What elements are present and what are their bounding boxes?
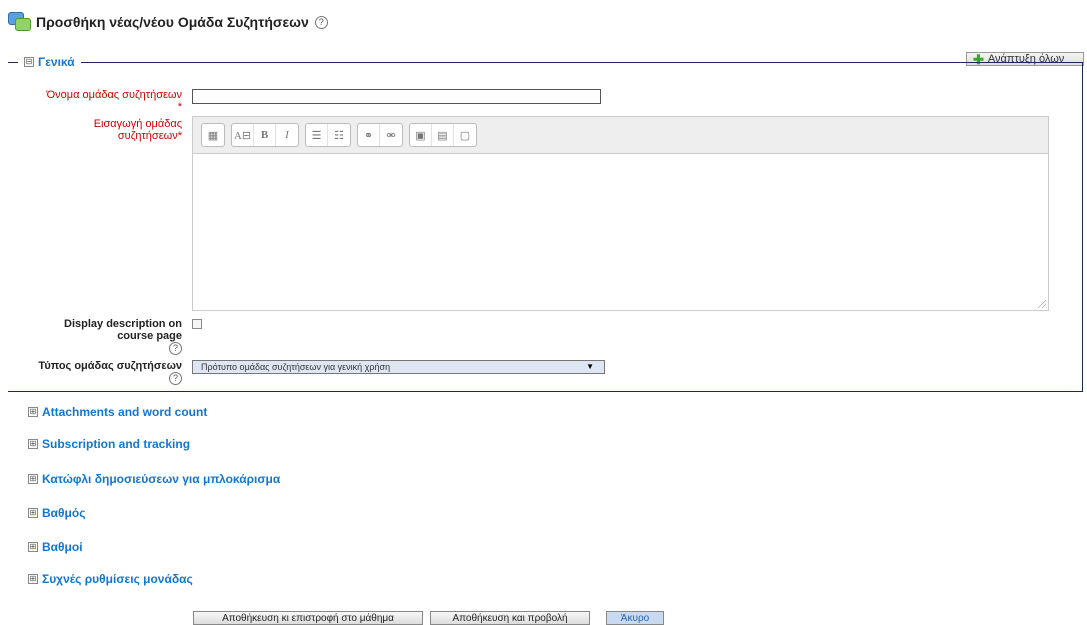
toggle-toolbar-icon[interactable]: ▦ [202, 124, 224, 146]
section-subscription-label: Subscription and tracking [42, 437, 191, 451]
section-attachments-label: Attachments and word count [42, 405, 208, 419]
section-attachments[interactable]: ⊞ Attachments and word count [28, 405, 207, 419]
toolbar-group-1: ▦ [201, 123, 225, 147]
page-title: Προσθήκη νέας/νέου Ομάδα Συζητήσεων ? [8, 12, 328, 32]
display-desc-line2: course page [117, 330, 182, 342]
expand-icon: ⊞ [28, 407, 38, 417]
section-common-settings[interactable]: ⊞ Συχνές ρυθμίσεις μονάδας [28, 572, 193, 586]
section-subscription[interactable]: ⊞ Subscription and tracking [28, 437, 190, 451]
help-icon[interactable]: ? [314, 15, 328, 29]
expand-icon: ⊞ [28, 542, 38, 552]
forum-type-select[interactable]: Πρότυπο ομάδας συζητήσεων για γενική χρή… [192, 360, 605, 374]
toolbar-group-3: ☰ ☷ [305, 123, 351, 147]
font-size-icon[interactable]: A⊟ [232, 124, 254, 146]
forum-name-input[interactable] [192, 89, 601, 104]
help-icon[interactable]: ? [169, 342, 182, 355]
forum-name-label-text: Όνομα ομάδας συζητήσεων [46, 89, 182, 101]
intro-label-line2: συζητήσεων [117, 130, 178, 142]
expand-icon: ⊞ [28, 574, 38, 584]
dropdown-arrow-icon: ▼ [586, 362, 594, 371]
editor-toolbar: ▦ A⊟ B I ☰ ☷ ⚭ ⚮ ▣ ▤ ▢ [193, 117, 1048, 154]
intro-label-line1: Εισαγωγή ομάδας [93, 118, 182, 130]
forum-icon [8, 12, 31, 32]
save-display-button[interactable]: Αποθήκευση και προβολή [430, 611, 590, 625]
forum-type-label: Τύπος ομάδας συζητήσεων ? [4, 360, 182, 385]
expand-icon: ⊞ [28, 474, 38, 484]
link-icon[interactable]: ⚭ [358, 124, 380, 146]
general-legend[interactable]: ⊟ Γενικά [18, 55, 81, 69]
section-ratings-label: Βαθμοί [42, 540, 83, 554]
media-icon[interactable]: ▤ [432, 124, 454, 146]
intro-label: Εισαγωγή ομάδας συζητήσεων* [4, 118, 182, 142]
unordered-list-icon[interactable]: ☰ [306, 124, 328, 146]
help-icon[interactable]: ? [169, 372, 182, 385]
general-legend-label: Γενικά [38, 55, 75, 69]
unlink-icon[interactable]: ⚮ [380, 124, 402, 146]
resize-grip-icon[interactable] [1038, 300, 1046, 308]
display-desc-line1: Display description on [64, 318, 182, 330]
toolbar-group-4: ⚭ ⚮ [357, 123, 403, 147]
required-mark: * [177, 130, 182, 142]
section-blocking[interactable]: ⊞ Κατώφλι δημοσιεύσεων για μπλοκάρισμα [28, 472, 280, 486]
manage-files-icon[interactable]: ▢ [454, 124, 476, 146]
required-mark: * [177, 101, 182, 113]
image-icon[interactable]: ▣ [410, 124, 432, 146]
section-ratings[interactable]: ⊞ Βαθμοί [28, 540, 83, 554]
collapse-icon: ⊟ [24, 57, 34, 67]
intro-editor[interactable]: ▦ A⊟ B I ☰ ☷ ⚭ ⚮ ▣ ▤ ▢ [192, 116, 1049, 311]
expand-icon: ⊞ [28, 439, 38, 449]
section-grade-label: Βαθμός [42, 506, 86, 520]
save-return-button[interactable]: Αποθήκευση κι επιστροφή στο μάθημα [193, 611, 423, 625]
expand-icon: ⊞ [28, 508, 38, 518]
italic-button[interactable]: I [276, 124, 298, 146]
bold-button[interactable]: B [254, 124, 276, 146]
ordered-list-icon[interactable]: ☷ [328, 124, 350, 146]
display-description-label: Display description on course page ? [4, 318, 182, 355]
section-blocking-label: Κατώφλι δημοσιεύσεων για μπλοκάρισμα [42, 472, 281, 486]
forum-type-value: Πρότυπο ομάδας συζητήσεων για γενική χρή… [201, 362, 391, 372]
forum-type-label-text: Τύπος ομάδας συζητήσεων [38, 360, 182, 372]
cancel-button[interactable]: Άκυρο [606, 611, 664, 625]
display-description-checkbox[interactable] [192, 319, 202, 329]
page-title-text: Προσθήκη νέας/νέου Ομάδα Συζητήσεων [36, 14, 309, 30]
section-grade[interactable]: ⊞ Βαθμός [28, 506, 85, 520]
toolbar-group-2: A⊟ B I [231, 123, 299, 147]
toolbar-group-5: ▣ ▤ ▢ [409, 123, 477, 147]
section-common-settings-label: Συχνές ρυθμίσεις μονάδας [42, 572, 193, 586]
forum-name-label: Όνομα ομάδας συζητήσεων * [4, 89, 182, 113]
